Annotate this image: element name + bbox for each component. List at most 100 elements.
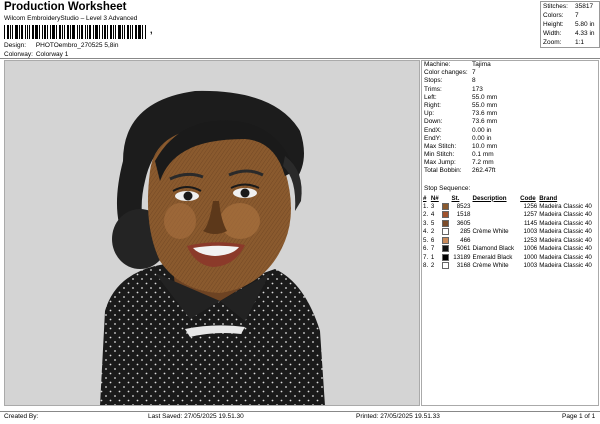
barcode-bar bbox=[15, 25, 18, 39]
info-row: Total Bobbin: 262.47ft bbox=[422, 167, 598, 175]
info-key: Total Bobbin: bbox=[424, 167, 462, 175]
info-key: EndX: bbox=[424, 126, 442, 134]
stat-key: Colors: bbox=[543, 12, 564, 19]
row-index: 4. bbox=[423, 228, 429, 236]
barcode-bar bbox=[79, 25, 80, 39]
barcode-bar bbox=[4, 25, 5, 39]
row-description: Crème White bbox=[472, 262, 509, 270]
barcode-bar bbox=[10, 25, 11, 39]
barcode-bar bbox=[27, 25, 28, 39]
color-swatch-icon bbox=[441, 211, 449, 219]
barcode-bar bbox=[142, 25, 143, 39]
barcode-bar bbox=[135, 25, 137, 39]
row-needle: 2 bbox=[430, 262, 435, 270]
col-header-description: Description bbox=[472, 194, 507, 202]
barcode-bar bbox=[72, 25, 75, 39]
barcode-bar bbox=[85, 25, 86, 39]
row-code: 1006 bbox=[523, 245, 538, 253]
row-code: 1253 bbox=[523, 236, 538, 244]
info-row: Left: 55.0 mm bbox=[422, 94, 598, 102]
stat-value: 7 bbox=[575, 12, 579, 19]
barcode-bar bbox=[113, 25, 114, 39]
stat-value: 35817 bbox=[575, 3, 594, 10]
barcode-bar bbox=[132, 25, 133, 39]
row-needle: 5 bbox=[430, 219, 435, 227]
barcode-bar bbox=[59, 25, 61, 39]
row-index: 8. bbox=[423, 262, 429, 270]
barcode-bar bbox=[110, 25, 112, 39]
embroidery-portrait-image bbox=[100, 90, 325, 405]
swatch bbox=[441, 236, 451, 245]
table-row: 3. 5 3605 1145 Madeira Classic 40 bbox=[422, 219, 598, 228]
table-row: 4. 2 285 Crème White 1003 Madeira Classic 40 bbox=[422, 228, 598, 237]
barcode-bar bbox=[29, 25, 30, 39]
software-subtitle: Wilcom EmbroideryStudio – Level 3 Advanc… bbox=[4, 15, 138, 22]
last-saved: Last Saved: 27/05/2025 19.51.30 bbox=[148, 413, 244, 420]
row-brand: Madeira Classic 40 bbox=[539, 228, 592, 236]
stat-value: 5.80 in bbox=[575, 21, 595, 28]
barcode-bar bbox=[12, 25, 13, 39]
stat-key: Width: bbox=[543, 30, 562, 37]
info-key: Min Stitch: bbox=[424, 151, 455, 159]
row-code: 1145 bbox=[523, 219, 538, 227]
row-description bbox=[472, 219, 520, 228]
barcode-suffix: , bbox=[150, 25, 153, 35]
barcode-bar bbox=[62, 25, 63, 39]
barcode-bar bbox=[87, 25, 88, 39]
row-index: 3. bbox=[423, 219, 429, 227]
col-header-stitches: St. bbox=[451, 194, 460, 202]
row-code: 1257 bbox=[523, 211, 538, 219]
row-stitches: 466 bbox=[460, 236, 471, 244]
info-value: 262.47ft bbox=[472, 167, 496, 175]
barcode-bar bbox=[89, 25, 91, 39]
info-row: Max Jump: 7.2 mm bbox=[422, 159, 598, 167]
barcode-bar bbox=[35, 25, 38, 39]
color-swatch-icon bbox=[441, 202, 449, 210]
barcode-bar bbox=[104, 25, 106, 39]
row-stitches: 13189 bbox=[453, 253, 471, 261]
color-swatch-icon bbox=[441, 236, 449, 244]
row-needle: 4 bbox=[430, 211, 435, 219]
info-key: EndY: bbox=[424, 134, 442, 142]
row-needle: 7 bbox=[430, 245, 435, 253]
table-row: 5. 6 466 1253 Madeira Classic 40 bbox=[422, 236, 598, 245]
color-swatch-icon bbox=[441, 245, 449, 253]
colorway-label: Colorway: bbox=[4, 51, 33, 58]
color-swatch-icon bbox=[441, 253, 449, 261]
stop-sequence-rows: 1. 3 8523 1256 Madeira Classic 40 2. 4 1518 1257… bbox=[422, 202, 598, 270]
barcode-bar bbox=[130, 25, 131, 39]
barcode-bar bbox=[50, 25, 51, 39]
barcode-bar bbox=[19, 25, 20, 39]
row-index: 5. bbox=[423, 236, 429, 244]
info-value: 73.6 mm bbox=[472, 110, 498, 118]
barcode-bar bbox=[67, 25, 69, 39]
stat-value: 1:1 bbox=[575, 39, 585, 46]
table-row: 8. 2 3168 Crème White 1003 Madeira Classic 40 bbox=[422, 262, 598, 271]
swatch bbox=[441, 228, 451, 237]
stop-sequence-label: Stop Sequence: bbox=[424, 185, 471, 192]
barcode-bar bbox=[95, 25, 98, 39]
created-by: Created By: bbox=[4, 413, 39, 420]
design-value: PHOTOembro_270525 5,8in bbox=[35, 42, 119, 49]
row-index: 7. bbox=[423, 253, 429, 261]
info-key: Stops: bbox=[424, 77, 443, 85]
info-key: Machine: bbox=[424, 61, 451, 68]
info-row: Min Stitch: 0.1 mm bbox=[422, 151, 598, 159]
barcode-bar bbox=[32, 25, 34, 39]
row-description bbox=[472, 236, 520, 245]
col-header-needle: N# bbox=[430, 194, 439, 202]
stat-zoom: Zoom: 1:1 bbox=[541, 38, 599, 47]
summary-stats-box: Stitches: 35817 Colors: 7 Height: 5.80 in W… bbox=[540, 1, 600, 48]
col-header-code: Code bbox=[520, 194, 536, 202]
design-row: Design: PHOTOembro_270525 5,8in bbox=[4, 42, 118, 49]
barcode-bar bbox=[81, 25, 83, 39]
row-needle: 3 bbox=[430, 202, 435, 210]
col-header-index: # bbox=[423, 194, 427, 202]
stop-sequence-table: # N# St. Description Code Brand 1. 3 8523 1… bbox=[422, 194, 598, 270]
swatch bbox=[441, 262, 451, 271]
row-stitches: 1518 bbox=[456, 211, 471, 219]
design-label: Design: bbox=[4, 42, 27, 49]
row-description: Diamond Black bbox=[472, 245, 515, 253]
info-key: Left: bbox=[424, 93, 437, 101]
barcode bbox=[4, 25, 148, 39]
